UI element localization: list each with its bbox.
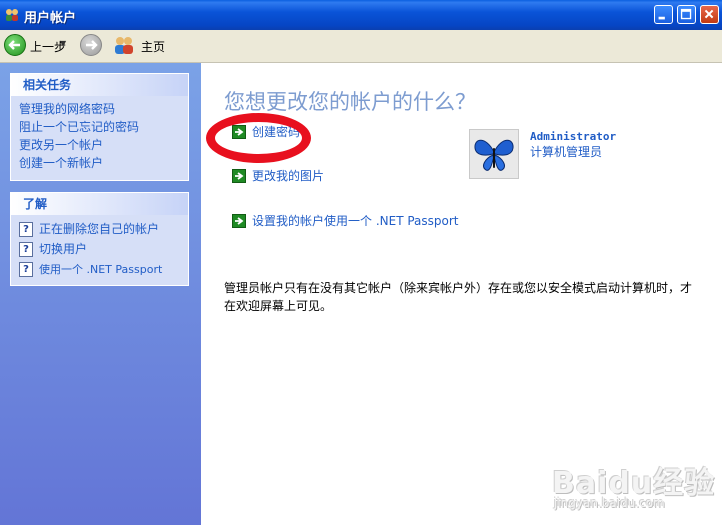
title-bar: 用户帐户	[0, 0, 722, 30]
task-link-create-account[interactable]: 创建一个新帐户	[19, 154, 180, 172]
close-icon	[704, 9, 714, 19]
back-button[interactable]	[4, 34, 26, 56]
green-arrow-icon	[232, 214, 246, 228]
user-accounts-icon	[6, 9, 18, 21]
learn-item-label: 正在删除您自己的帐户	[39, 222, 160, 236]
highlight-ring	[206, 113, 311, 163]
learn-item-label: 使用一个 .NET Passport	[39, 263, 163, 276]
account-name: Administrator	[530, 130, 617, 143]
maximize-icon	[680, 8, 692, 20]
toolbar: 上一步 ▼ 主页	[0, 30, 722, 63]
account-role: 计算机管理员	[530, 145, 603, 159]
help-icon: ?	[19, 242, 33, 257]
page-title: 您想更改您的帐户的什么？	[224, 90, 476, 114]
learn-header: 了解	[11, 193, 188, 215]
learn-item-delete-account[interactable]: ? 正在删除您自己的帐户	[15, 219, 184, 239]
option-label: 更改我的图片	[252, 169, 325, 183]
butterfly-avatar	[469, 129, 519, 179]
forward-button[interactable]	[80, 34, 102, 56]
task-link-manage-passwords[interactable]: 管理我的网络密码	[19, 100, 180, 118]
task-link-prevent-forgotten[interactable]: 阻止一个已忘记的密码	[19, 118, 180, 136]
baidu-watermark: Baidu经验 jingyan.baidu.com	[552, 458, 717, 518]
learn-item-switch-user[interactable]: ? 切换用户	[15, 239, 184, 259]
learn-item-net-passport[interactable]: ? 使用一个 .NET Passport	[15, 259, 184, 279]
chevron-down-icon[interactable]: ▼	[60, 39, 66, 48]
home-icon[interactable]	[113, 35, 135, 55]
learn-panel: 了解 ? 正在删除您自己的帐户 ? 切换用户 ? 使用一个 .NET Passp…	[10, 192, 189, 286]
related-tasks-header: 相关任务	[11, 74, 188, 96]
sidebar: 相关任务 管理我的网络密码 阻止一个已忘记的密码 更改另一个帐户 创建一个新帐户…	[0, 63, 201, 525]
task-link-change-account[interactable]: 更改另一个帐户	[19, 136, 180, 154]
watermark-url: jingyan.baidu.com	[554, 496, 665, 510]
learn-item-label: 切换用户	[39, 242, 88, 256]
related-tasks-panel: 相关任务 管理我的网络密码 阻止一个已忘记的密码 更改另一个帐户 创建一个新帐户	[10, 73, 189, 181]
green-arrow-icon	[232, 169, 246, 183]
option-label: 设置我的帐户使用一个 .NET Passport	[252, 214, 459, 228]
help-icon: ?	[19, 262, 33, 277]
info-note: 管理员帐户只有在没有其它帐户（除来宾帐户外）存在或您以安全模式启动计算机时，才在…	[224, 281, 693, 313]
home-label[interactable]: 主页	[141, 38, 165, 55]
close-button[interactable]	[700, 5, 719, 24]
main-content: 您想更改您的帐户的什么？ 创建密码 更改我的图片 设置我的帐户使用一个 .NET…	[201, 63, 722, 525]
back-icon	[8, 40, 20, 50]
window-title: 用户帐户	[24, 11, 77, 26]
maximize-button[interactable]	[677, 5, 696, 24]
minimize-icon	[658, 16, 665, 20]
forward-icon	[86, 40, 98, 50]
minimize-button[interactable]	[654, 5, 673, 24]
help-icon: ?	[19, 222, 33, 237]
